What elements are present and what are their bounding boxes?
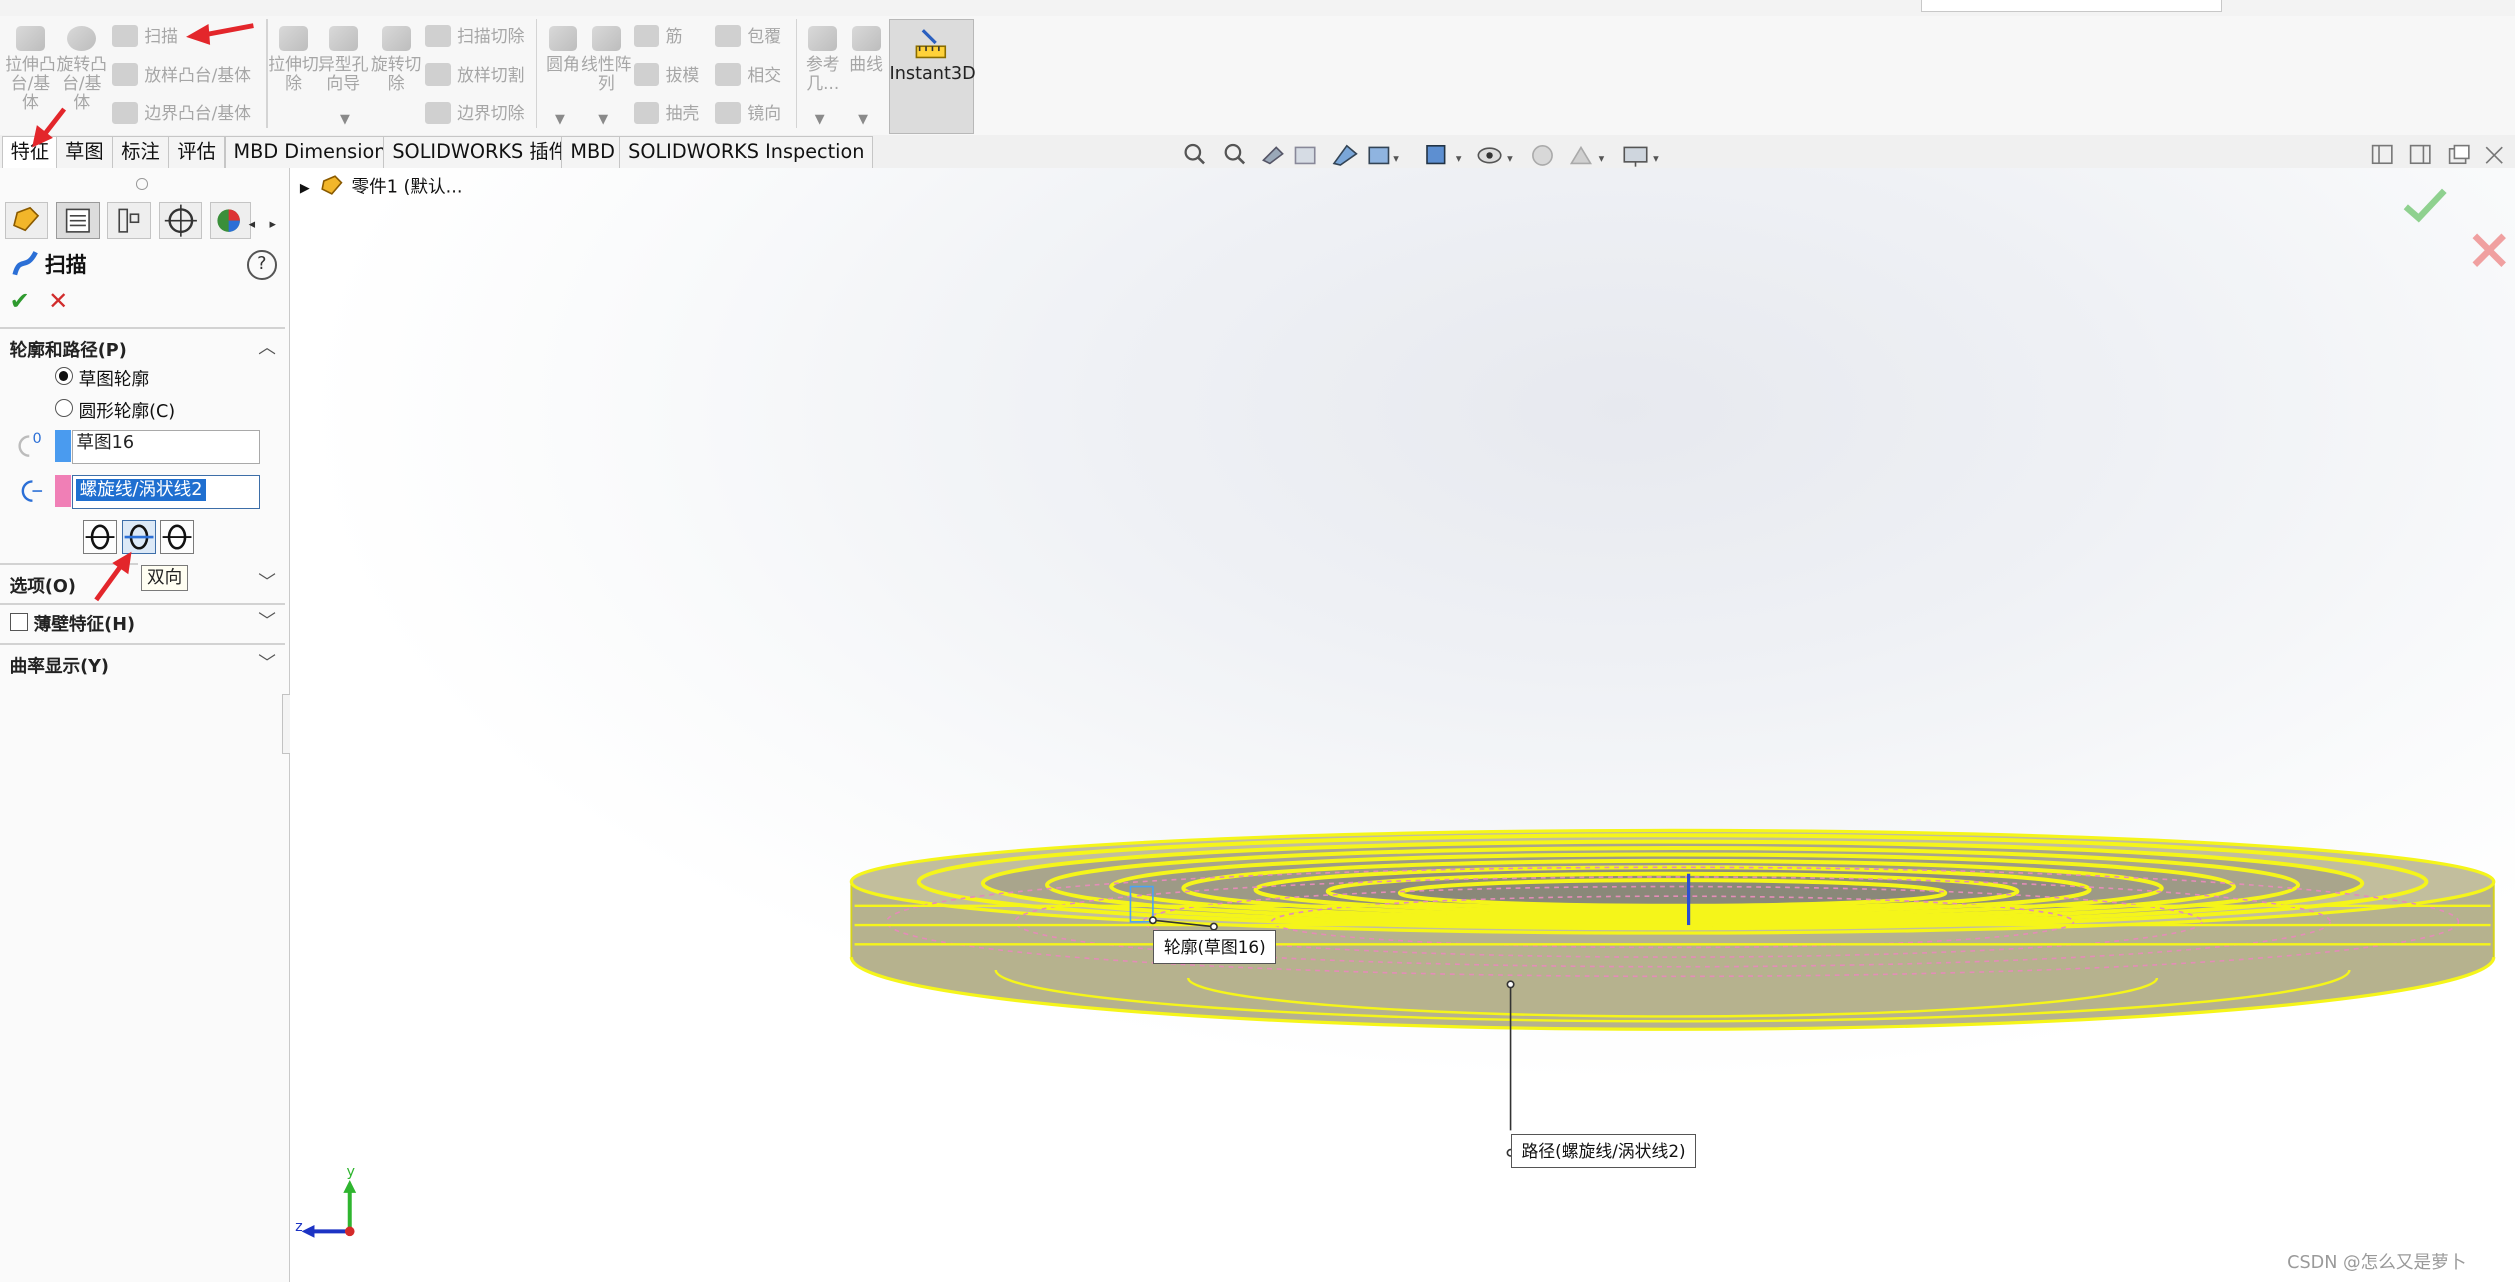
draft-button[interactable]: 拔模 [633,61,700,90]
hide-show-items-icon[interactable]: ▾ [1477,147,1514,165]
section-divider [0,643,286,645]
search-box[interactable] [1921,0,2222,12]
lofted-cut-icon [425,63,451,86]
tab-solidworks-inspection[interactable]: SOLIDWORKS Inspection [619,136,874,169]
reference-label: 参考几... [805,53,840,93]
annotation-arrows [32,23,254,602]
curves-label: 曲线 [849,53,883,74]
svg-text:▾: ▾ [1508,152,1514,165]
rib-label: 筋 [665,26,683,47]
linear-pattern-label: 线性阵列 [581,53,632,93]
section-curvature-title[interactable]: 曲率显示(Y) [10,653,109,678]
fillet-icon [548,25,578,52]
curves-icon [851,25,881,52]
lofted-cut-button[interactable]: 放样切割 [425,61,524,90]
tab-solidworks-addins[interactable]: SOLIDWORKS 插件 [383,136,577,169]
lofted-cut-label: 放样切割 [457,64,525,85]
draft-icon [633,63,660,86]
viewport-restore-icon[interactable] [2409,144,2431,165]
expand-chevron-icon[interactable]: ﹀ [258,650,276,675]
triad-y-label: y [346,1164,355,1181]
revolve-cut-icon [381,25,411,52]
revolve-cut-label: 旋转切除 [370,53,422,93]
path-callout[interactable]: 路径(螺旋线/涡状线2) [1510,1133,1697,1169]
boundary-cut-button[interactable]: 边界切除 [425,99,524,128]
hole-wizard-button[interactable]: 异型孔向导 [318,16,369,93]
mirror-label: 镜向 [747,103,782,124]
previous-view-icon[interactable] [1262,146,1285,165]
tree-part-label: 零件1 (默认... [351,177,463,198]
sweep-preview-model [850,829,2496,1158]
reference-geometry-icon [808,25,838,52]
wrap-icon [715,24,741,48]
instant3d-button[interactable]: Instant3D [888,19,976,134]
display-style-icon[interactable]: ▾ [1426,145,1462,165]
swept-cut-label: 扫描切除 [457,26,525,47]
dynamic-annotation-icon[interactable] [1333,144,1359,167]
shell-icon [633,101,660,125]
zoom-to-fit-icon[interactable] [1184,144,1206,165]
svg-text:▾: ▾ [1599,152,1605,165]
curves-button[interactable]: 曲线 [840,16,891,74]
graphics-area[interactable] [290,168,2515,1282]
linear-pattern-button[interactable]: 线性阵列 [581,16,632,93]
pattern-dropdown-icon[interactable]: ▼ [598,112,608,127]
profile-callout[interactable]: 轮廓(草图16) [1153,930,1277,965]
section-view-icon[interactable] [1295,146,1316,165]
boundary-cut-label: 边界切除 [457,103,525,124]
viewport-close-icon[interactable] [2483,144,2505,165]
watermark: CSDN @怎么又是萝卜 [2287,1253,2467,1274]
command-manager: 拉伸凸台/基体 旋转凸台/基体 扫描 放样凸台/基体 边界凸台/基体 拉伸切除 … [0,16,2515,136]
wrap-label: 包覆 [747,26,782,47]
apply-scene-icon[interactable]: ▾ [1570,145,1605,165]
instant3d-label: Instant3D [889,63,976,84]
wrap-button[interactable]: 包覆 [715,22,781,51]
view-orientation-icon[interactable]: ▾ [1368,146,1400,165]
draft-label: 拔模 [665,64,700,85]
shell-button[interactable]: 抽壳 [633,99,700,128]
hole-wizard-icon [328,25,358,52]
intersect-icon [715,63,741,86]
boundary-cut-icon [425,101,451,125]
confirm-cancel-icon[interactable] [2470,231,2508,269]
reference-dropdown-icon[interactable]: ▼ [815,112,825,127]
revolve-cut-button[interactable]: 旋转切除 [371,16,422,93]
linear-pattern-icon [591,25,621,52]
rib-button[interactable]: 筋 [633,22,683,51]
heads-up-toolbar: ▾ ▾ ▾ ▾ ▾ [1184,144,1660,167]
swept-cut-button[interactable]: 扫描切除 [425,22,524,51]
tab-mbd[interactable]: MBD [561,136,624,169]
intersect-label: 相交 [747,64,782,85]
intersect-button[interactable]: 相交 [715,61,781,90]
curves-dropdown-icon[interactable]: ▼ [858,112,868,127]
rib-icon [633,24,660,48]
shell-label: 抽壳 [665,103,700,124]
part-icon [321,175,343,196]
mirror-icon [715,101,741,125]
svg-text:▾: ▾ [1654,152,1660,165]
swept-cut-icon [425,24,451,48]
triad-z-label: z [295,1218,303,1235]
edit-appearance-icon[interactable] [1532,145,1554,167]
svg-text:▾: ▾ [1456,152,1462,165]
view-settings-icon[interactable]: ▾ [1623,146,1660,167]
fillet-label: 圆角 [546,53,580,74]
zoom-to-area-icon[interactable] [1225,144,1246,165]
feature-tree-flyout[interactable]: ▶ 零件1 (默认... [300,173,463,198]
fillet-dropdown-icon[interactable]: ▼ [555,112,565,127]
hole-wizard-dropdown-icon[interactable]: ▼ [340,112,350,127]
viewport-split-icon[interactable] [2371,144,2393,165]
confirm-ok-icon[interactable] [2401,186,2449,224]
viewport-maximize-icon[interactable] [2448,144,2470,165]
svg-text:▾: ▾ [1394,152,1400,165]
hole-wizard-label: 异型孔向导 [317,53,369,93]
mirror-button[interactable]: 镜向 [715,99,781,128]
instant3d-icon [916,28,947,58]
